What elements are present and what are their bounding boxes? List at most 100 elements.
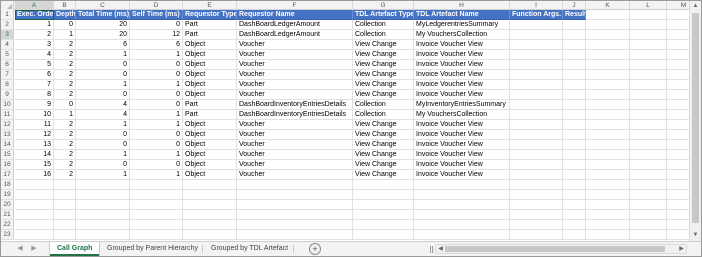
tab-call-graph[interactable]: Call Graph [50, 242, 100, 256]
table-cell[interactable] [630, 110, 667, 120]
table-cell[interactable] [586, 210, 630, 220]
row-number-23[interactable]: 23 [1, 230, 14, 240]
table-cell[interactable]: 1 [54, 110, 76, 120]
column-letter-k[interactable]: K [586, 1, 630, 10]
table-cell[interactable]: Part [183, 20, 237, 30]
table-cell[interactable] [15, 230, 54, 240]
horizontal-scroll-thumb[interactable] [445, 246, 665, 252]
select-all-corner[interactable] [1, 1, 14, 10]
table-cell[interactable]: Voucher [237, 50, 353, 60]
table-cell[interactable]: 0 [76, 130, 130, 140]
table-cell[interactable]: 0 [76, 70, 130, 80]
table-cell[interactable] [510, 220, 563, 230]
table-cell[interactable]: 3 [15, 40, 54, 50]
caret-left-icon[interactable]: ◀ [436, 245, 445, 253]
table-cell[interactable]: 9 [15, 100, 54, 110]
column-letter-i[interactable]: I [510, 1, 563, 10]
table-cell[interactable] [630, 150, 667, 160]
row-number-13[interactable]: 13 [1, 130, 14, 140]
table-cell[interactable]: 0 [130, 60, 183, 70]
caret-right-icon[interactable]: ▶ [677, 245, 686, 253]
table-cell[interactable] [510, 150, 563, 160]
row-number-19[interactable]: 19 [1, 190, 14, 200]
table-cell[interactable] [563, 160, 586, 170]
table-cell[interactable]: Invoice Voucher View [414, 60, 510, 70]
table-cell[interactable]: Collection [353, 20, 414, 30]
table-cell[interactable] [510, 90, 563, 100]
column-letter-l[interactable]: L [630, 1, 667, 10]
table-cell[interactable] [510, 190, 563, 200]
table-cell[interactable] [510, 20, 563, 30]
row-number-8[interactable]: 8 [1, 80, 14, 90]
row-number-2[interactable]: 2 [1, 20, 14, 30]
table-cell[interactable] [630, 100, 667, 110]
table-cell[interactable] [510, 120, 563, 130]
table-cell[interactable]: 6 [76, 40, 130, 50]
table-cell[interactable]: Invoice Voucher View [414, 50, 510, 60]
table-cell[interactable]: 2 [54, 50, 76, 60]
table-cell[interactable]: Invoice Voucher View [414, 90, 510, 100]
table-cell[interactable]: 1 [76, 170, 130, 180]
table-cell[interactable] [414, 220, 510, 230]
table-cell[interactable]: View Change [353, 90, 414, 100]
table-cell[interactable] [586, 140, 630, 150]
table-cell[interactable]: 10 [15, 110, 54, 120]
table-cell[interactable]: 16 [15, 170, 54, 180]
row-number-22[interactable]: 22 [1, 220, 14, 230]
table-cell[interactable] [237, 190, 353, 200]
table-cell[interactable]: 2 [54, 80, 76, 90]
table-cell[interactable]: 0 [130, 20, 183, 30]
column-letter-b[interactable]: B [54, 1, 76, 10]
table-cell[interactable]: Part [183, 30, 237, 40]
table-cell[interactable] [563, 60, 586, 70]
table-cell[interactable] [563, 70, 586, 80]
table-cell[interactable]: Object [183, 170, 237, 180]
table-cell[interactable]: 2 [54, 90, 76, 100]
table-cell[interactable] [510, 70, 563, 80]
table-cell[interactable]: Object [183, 70, 237, 80]
table-cell[interactable] [563, 150, 586, 160]
table-cell[interactable] [54, 200, 76, 210]
table-cell[interactable] [563, 220, 586, 230]
table-cell[interactable]: Invoice Voucher View [414, 160, 510, 170]
row-number-12[interactable]: 12 [1, 120, 14, 130]
table-cell[interactable] [76, 230, 130, 240]
table-cell[interactable] [586, 110, 630, 120]
table-cell[interactable] [630, 60, 667, 70]
table-cell[interactable]: 0 [130, 160, 183, 170]
table-cell[interactable] [15, 200, 54, 210]
table-cell[interactable] [563, 30, 586, 40]
table-cell[interactable] [563, 230, 586, 240]
table-cell[interactable]: 1 [76, 80, 130, 90]
table-cell[interactable]: View Change [353, 50, 414, 60]
table-cell[interactable]: Part [183, 100, 237, 110]
table-cell[interactable] [630, 180, 667, 190]
table-cell[interactable] [586, 200, 630, 210]
row-number-15[interactable]: 15 [1, 150, 14, 160]
row-number-21[interactable]: 21 [1, 210, 14, 220]
table-cell[interactable]: 0 [130, 140, 183, 150]
column-letter-c[interactable]: C [76, 1, 130, 10]
table-cell[interactable]: Object [183, 140, 237, 150]
table-cell[interactable]: 1 [76, 150, 130, 160]
table-cell[interactable]: 1 [130, 50, 183, 60]
table-cell[interactable]: Invoice Voucher View [414, 150, 510, 160]
table-cell[interactable] [183, 200, 237, 210]
table-cell[interactable]: 0 [76, 60, 130, 70]
table-cell[interactable] [563, 120, 586, 130]
table-cell[interactable] [183, 180, 237, 190]
table-cell[interactable]: 1 [76, 50, 130, 60]
tab-grouped-by-parent-hierarchy[interactable]: Grouped by Parent Hierarchy [100, 242, 205, 256]
table-cell[interactable]: Object [183, 40, 237, 50]
table-cell[interactable] [414, 230, 510, 240]
table-cell[interactable] [510, 30, 563, 40]
row-number-6[interactable]: 6 [1, 60, 14, 70]
vertical-scrollbar[interactable]: ▲ ▼ [689, 1, 701, 241]
table-cell[interactable] [183, 190, 237, 200]
table-cell[interactable]: 0 [130, 70, 183, 80]
table-cell[interactable]: Collection [353, 110, 414, 120]
column-letter-j[interactable]: J [563, 1, 586, 10]
table-cell[interactable] [586, 150, 630, 160]
table-cell[interactable]: 11 [15, 120, 54, 130]
row-number-9[interactable]: 9 [1, 90, 14, 100]
